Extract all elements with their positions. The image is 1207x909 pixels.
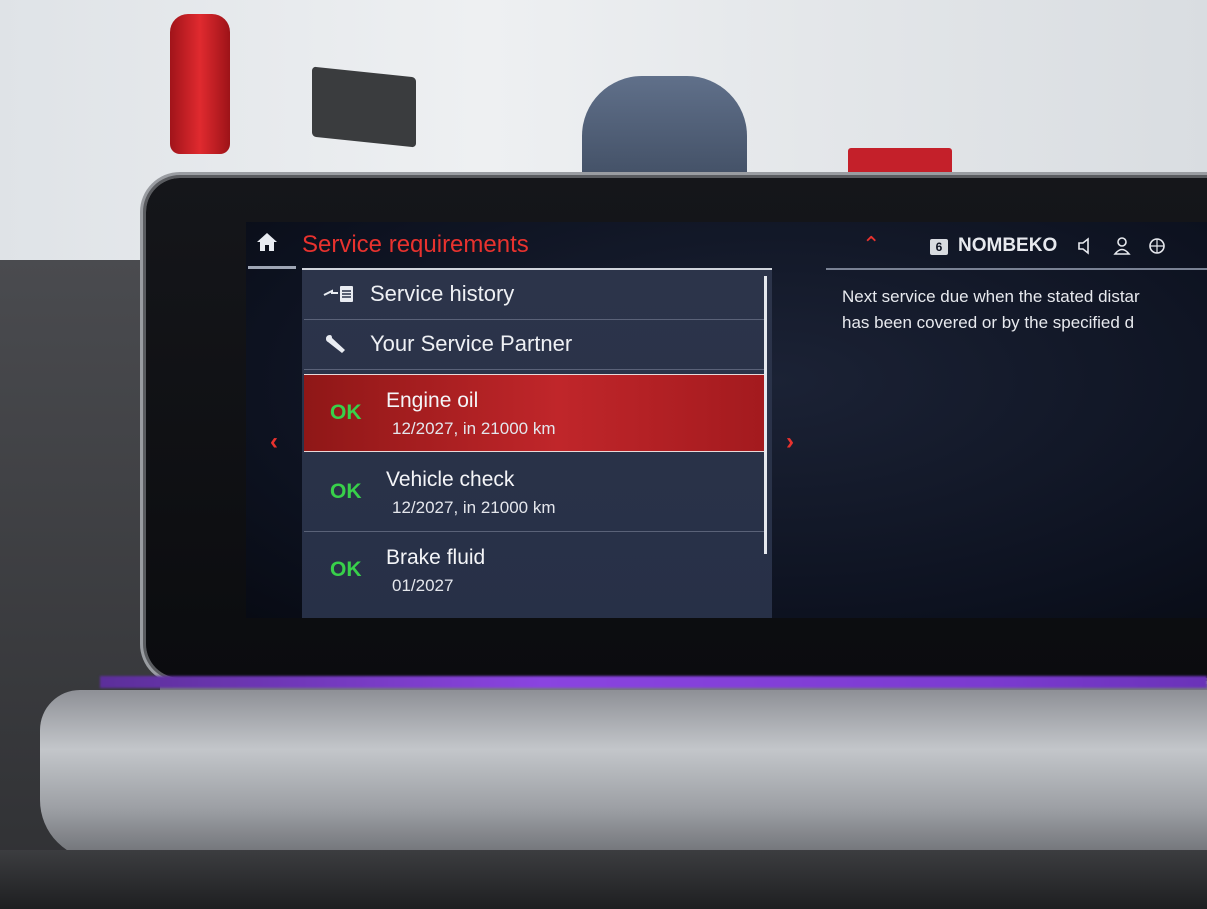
service-history-icon bbox=[322, 283, 356, 305]
user-icon[interactable] bbox=[1112, 236, 1132, 256]
wrench-icon bbox=[322, 333, 356, 355]
menu-item-label: Your Service Partner bbox=[370, 331, 573, 356]
info-line: has been covered or by the specified d bbox=[842, 313, 1135, 332]
photo-scene: Service requirements ⌃ 6 NOMBEKO ‹ › Ser… bbox=[0, 0, 1207, 909]
service-due: 12/2027, in 21000 km bbox=[392, 419, 556, 438]
chevron-up-icon[interactable]: ⌃ bbox=[862, 232, 880, 258]
list-scrollbar[interactable] bbox=[764, 276, 767, 554]
service-list: Service history Your Service Partner OK … bbox=[302, 268, 772, 618]
service-item-engine-oil[interactable]: OK Engine oil 12/2027, in 21000 km bbox=[304, 374, 766, 452]
info-line: Next service due when the stated distar bbox=[842, 287, 1140, 306]
service-due: 12/2027, in 21000 km bbox=[392, 498, 556, 517]
red-equipment bbox=[848, 148, 952, 182]
dashboard-trim bbox=[40, 690, 1207, 860]
chevron-right-icon[interactable]: › bbox=[786, 428, 794, 456]
menu-item-service-partner[interactable]: Your Service Partner bbox=[304, 320, 766, 370]
service-name: Brake fluid bbox=[386, 546, 486, 569]
home-icon[interactable] bbox=[256, 232, 278, 252]
profile-name[interactable]: NOMBEKO bbox=[958, 235, 1057, 257]
menu-item-service-history[interactable]: Service history bbox=[304, 270, 766, 320]
service-name: Vehicle check bbox=[386, 468, 515, 491]
idrive-screen: Service requirements ⌃ 6 NOMBEKO ‹ › Ser… bbox=[246, 222, 1207, 618]
fire-extinguisher bbox=[170, 14, 230, 154]
dashboard-lower bbox=[0, 850, 1207, 909]
connectivity-icon[interactable] bbox=[1148, 236, 1168, 256]
service-item-brake-fluid[interactable]: OK Brake fluid 01/2027 bbox=[304, 532, 766, 610]
wall-box bbox=[312, 66, 416, 148]
status-badge: OK bbox=[330, 401, 362, 424]
service-name: Engine oil bbox=[386, 389, 479, 412]
page-title: Service requirements bbox=[302, 231, 529, 258]
home-indicator bbox=[248, 266, 296, 269]
profile-number: 6 bbox=[930, 239, 948, 255]
status-badge: OK bbox=[330, 558, 362, 581]
service-due: 01/2027 bbox=[392, 576, 454, 595]
menu-item-label: Service history bbox=[370, 281, 515, 306]
status-badge: OK bbox=[330, 480, 362, 503]
service-item-vehicle-check[interactable]: OK Vehicle check 12/2027, in 21000 km bbox=[304, 454, 766, 532]
info-divider bbox=[826, 268, 1207, 270]
mute-icon[interactable] bbox=[1076, 236, 1096, 256]
info-text: Next service due when the stated distar … bbox=[842, 284, 1207, 336]
chevron-left-icon[interactable]: ‹ bbox=[270, 428, 278, 456]
ambient-light-strip bbox=[100, 676, 1207, 688]
